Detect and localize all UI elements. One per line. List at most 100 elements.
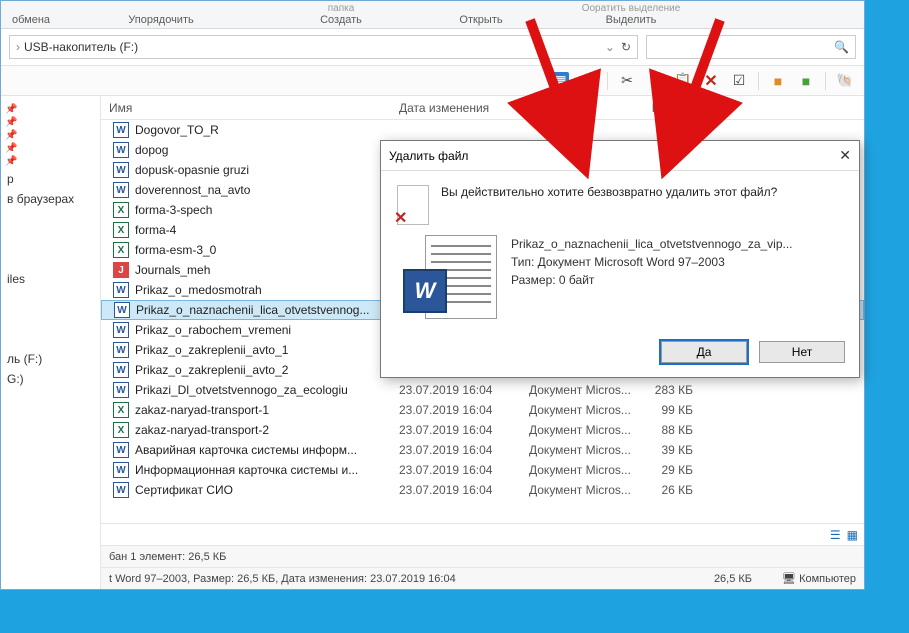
file-name: Prikaz_o_medosmotrah xyxy=(135,283,391,297)
breadcrumb-chev: › xyxy=(16,40,20,54)
file-size: 26 КБ xyxy=(641,483,701,497)
file-row[interactable]: Информационная карточка системы и...23.0… xyxy=(101,460,864,480)
ribbon-label: Открыть xyxy=(421,14,541,26)
file-icon xyxy=(113,202,129,218)
view-list-icon[interactable]: ▭ xyxy=(579,72,597,90)
ribbon-label-top: Ооратить выделение xyxy=(541,3,721,14)
file-name: Аварийная карточка системы информ... xyxy=(135,443,391,457)
file-name: Prikaz_o_naznachenii_lica_otvetstvennog.… xyxy=(136,303,392,317)
cut-icon[interactable]: ✂ xyxy=(618,72,636,90)
breadcrumb[interactable]: USB-накопитель (F:) xyxy=(24,40,138,54)
ribbon-group-exchange[interactable]: обмена xyxy=(1,14,61,26)
file-icon xyxy=(113,182,129,198)
file-size: 283 КБ xyxy=(641,383,701,397)
file-name: dopog xyxy=(135,143,391,157)
status-bar-detail: t Word 97–2003, Размер: 26,5 КБ, Дата из… xyxy=(101,567,864,589)
separator xyxy=(607,72,608,90)
yes-button[interactable]: Да xyxy=(661,341,747,363)
file-type: Документ Micros... xyxy=(521,383,641,397)
file-name: forma-4 xyxy=(135,223,391,237)
file-name: Информационная карточка системы и... xyxy=(135,463,391,477)
file-size: 29 КБ xyxy=(641,463,701,477)
ribbon-label: Упорядочить xyxy=(61,14,261,26)
file-name: Prikaz_o_zakreplenii_avto_2 xyxy=(135,363,391,377)
ribbon-label: Создать xyxy=(261,14,421,26)
file-name: Сертификат СИО xyxy=(135,483,391,497)
file-meta: Prikaz_o_naznachenii_lica_otvetstvennogo… xyxy=(511,235,793,323)
paste-icon[interactable]: 📋 xyxy=(674,72,692,90)
col-size[interactable]: Размер xyxy=(641,101,701,115)
file-row[interactable]: Prikazi_Dl_otvetstvennogo_za_ecologiu23.… xyxy=(101,380,864,400)
file-icon xyxy=(114,302,130,318)
copy-icon[interactable]: ⧉ xyxy=(646,72,664,90)
file-type: Документ Micros... xyxy=(521,463,641,477)
search-input[interactable]: 🔍 xyxy=(646,35,856,59)
col-name[interactable]: Имя xyxy=(101,101,391,115)
file-icon xyxy=(113,362,129,378)
details-view-icon[interactable]: ☰ xyxy=(830,528,841,542)
file-type: Документ Micros... xyxy=(521,403,641,417)
file-date: 23.07.2019 16:04 xyxy=(391,423,521,437)
refresh-icon[interactable]: ↻ xyxy=(621,40,631,54)
sidebar-item[interactable]: в браузерах xyxy=(5,189,96,209)
sidebar: 📌 📌 📌 📌 📌 р в браузерах iles ль (F:) G:) xyxy=(1,96,101,589)
address-field[interactable]: › USB-накопитель (F:) ⌄ ↻ xyxy=(9,35,638,59)
file-name: forma-esm-3_0 xyxy=(135,243,391,257)
dropdown-chev-icon[interactable]: ⌄ xyxy=(605,40,615,54)
dialog-titlebar[interactable]: Удалить файл ✕ xyxy=(381,141,859,171)
file-date: 23.07.2019 16:04 xyxy=(391,403,521,417)
file-thumbnail: W xyxy=(397,235,497,323)
file-type: Документ Micros... xyxy=(521,423,641,437)
file-row[interactable]: Аварийная карточка системы информ...23.0… xyxy=(101,440,864,460)
pin-icon: 📌 xyxy=(5,104,96,115)
tool-orange-icon[interactable] xyxy=(769,72,787,90)
delete-icon[interactable]: ✕ xyxy=(702,72,720,90)
file-size: 99 КБ xyxy=(641,403,701,417)
toolbar: ▦ ▭ ✂ ⧉ 📋 ✕ ☑ 🐚 xyxy=(1,66,864,96)
meta-filename: Prikaz_o_naznachenii_lica_otvetstvennogo… xyxy=(511,235,793,253)
sidebar-item[interactable]: ль (F:) xyxy=(5,349,96,369)
file-icon xyxy=(113,482,129,498)
shell-icon[interactable]: 🐚 xyxy=(836,72,854,90)
file-name: zakaz-naryad-transport-1 xyxy=(135,403,391,417)
col-date[interactable]: Дата изменения xyxy=(391,101,521,115)
sidebar-item[interactable]: р xyxy=(5,169,96,189)
search-icon[interactable]: 🔍 xyxy=(834,40,849,54)
file-icon xyxy=(113,122,129,138)
file-row[interactable]: zakaz-naryad-transport-123.07.2019 16:04… xyxy=(101,400,864,420)
file-size: 39 КБ xyxy=(641,443,701,457)
red-x-icon: ✕ xyxy=(394,208,407,228)
file-name: Dogovor_TO_R xyxy=(135,123,391,137)
view-thumb-icon[interactable]: ▦ xyxy=(551,72,569,90)
sidebar-item[interactable]: iles xyxy=(5,269,96,289)
tiles-view-icon[interactable]: ▦ xyxy=(847,528,858,542)
file-icon xyxy=(113,342,129,358)
file-row[interactable]: zakaz-naryad-transport-223.07.2019 16:04… xyxy=(101,420,864,440)
file-icon xyxy=(113,462,129,478)
col-type[interactable]: Тип xyxy=(521,101,641,115)
file-name: doverennost_na_avto xyxy=(135,183,391,197)
pin-icon: 📌 xyxy=(5,117,96,128)
pin-icon: 📌 xyxy=(5,130,96,141)
ribbon-group-create[interactable]: папка Создать xyxy=(261,3,421,26)
properties-icon[interactable]: ☑ xyxy=(730,72,748,90)
file-row[interactable]: Сертификат СИО23.07.2019 16:04Документ M… xyxy=(101,480,864,500)
view-switch: ☰ ▦ xyxy=(101,523,864,545)
file-type: Документ Micros... xyxy=(521,483,641,497)
pin-icon: 📌 xyxy=(5,156,96,167)
sidebar-item[interactable]: G:) xyxy=(5,369,96,389)
ribbon-group-select[interactable]: Ооратить выделение Выделить xyxy=(541,3,721,26)
delete-file-icon: ✕ xyxy=(397,185,429,225)
status-size: 26,5 КБ xyxy=(714,573,752,585)
file-name: Prikazi_Dl_otvetstvennogo_za_ecologiu xyxy=(135,383,391,397)
file-row[interactable]: Dogovor_TO_R xyxy=(101,120,864,140)
ribbon-group-organize[interactable]: Упорядочить xyxy=(61,14,261,26)
file-icon xyxy=(113,142,129,158)
tool-green-icon[interactable] xyxy=(797,72,815,90)
file-date: 23.07.2019 16:04 xyxy=(391,383,521,397)
file-name: zakaz-naryad-transport-2 xyxy=(135,423,391,437)
close-icon[interactable]: ✕ xyxy=(839,147,851,164)
no-button[interactable]: Нет xyxy=(759,341,845,363)
ribbon-group-open[interactable]: Открыть xyxy=(421,14,541,26)
dialog-title: Удалить файл xyxy=(389,149,468,163)
